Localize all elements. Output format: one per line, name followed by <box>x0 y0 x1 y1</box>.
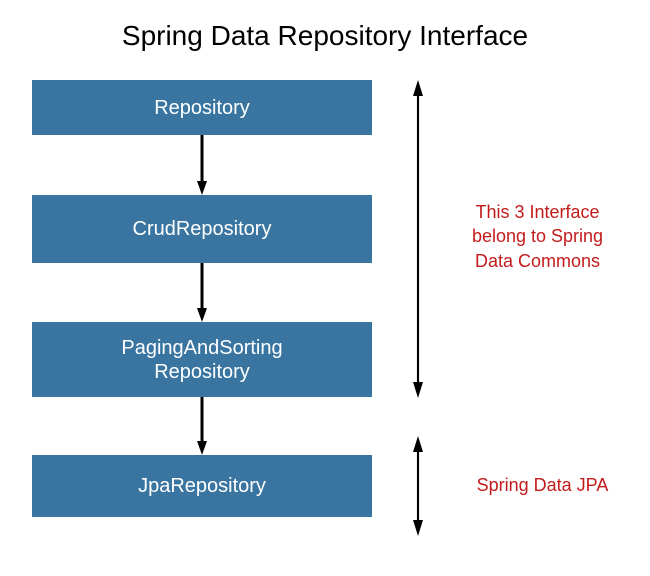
box-jpa-repository: JpaRepository <box>32 455 372 517</box>
annotation-jpa: Spring Data JPA <box>460 473 625 497</box>
box-label: JpaRepository <box>138 474 266 498</box>
arrow-down-icon <box>197 397 207 455</box>
diagram-title: Spring Data Repository Interface <box>0 20 650 52</box>
box-label: Repository <box>154 96 250 120</box>
box-label: PagingAndSorting Repository <box>121 336 282 384</box>
box-crud-repository: CrudRepository <box>32 195 372 263</box>
arrow-down-icon <box>197 263 207 322</box>
box-repository: Repository <box>32 80 372 135</box>
arrow-down-icon <box>197 135 207 195</box>
bracket-arrow-icon <box>413 80 423 398</box>
box-paging-sorting-repository: PagingAndSorting Repository <box>32 322 372 397</box>
annotation-commons: This 3 Interface belong to Spring Data C… <box>450 200 625 273</box>
box-label: CrudRepository <box>133 217 272 241</box>
bracket-arrow-icon <box>413 436 423 536</box>
